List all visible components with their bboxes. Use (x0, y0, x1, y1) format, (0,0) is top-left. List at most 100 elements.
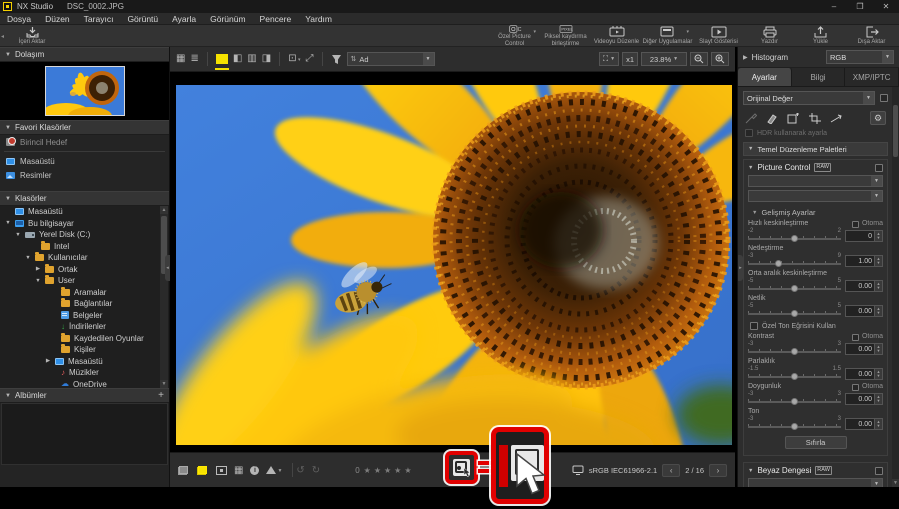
tree-item-saved-games[interactable]: Kaydedilen Oyunlar (0, 332, 169, 345)
picture-control-header[interactable]: ▼ Picture Control RAW (748, 163, 883, 172)
tree-item-public[interactable]: ▶ Ortak (0, 263, 169, 276)
rating-stars[interactable]: ★★★★★ (364, 466, 415, 475)
hdr-checkbox-row[interactable]: HDR kullanarak ayarla (745, 129, 886, 137)
photo-tray-toggle-icon[interactable] (453, 459, 471, 477)
tree-item-links[interactable]: Bağlantılar (0, 298, 169, 310)
favorite-pictures[interactable]: Resimler (0, 168, 169, 182)
sort-select[interactable]: ⇅ Ad ▼ (346, 52, 435, 66)
slider-track[interactable] (748, 347, 841, 355)
pixel-shift-merge-button[interactable]: PIXEL Piksel kaydırma birleştirme (540, 25, 591, 47)
slider-track[interactable] (748, 234, 841, 242)
expand-icon[interactable]: ▼ (35, 278, 41, 284)
zoom-1to1-button[interactable]: x1 (622, 52, 638, 66)
multi-view-icon[interactable]: ▥ (247, 54, 256, 64)
menu-ayarla[interactable]: Ayarla (165, 13, 203, 25)
tree-item-users[interactable]: ▼ Kullanıcılar (0, 252, 169, 264)
slider-knob[interactable] (774, 260, 782, 267)
picture-control-select-1[interactable]: ▼ (748, 175, 883, 187)
expand-icon[interactable]: ▼ (25, 255, 31, 261)
panel-collapse-handle[interactable]: ▸ (738, 255, 743, 281)
spinner-icon[interactable]: ▲ ▼ (875, 343, 883, 355)
tree-item-onedrive[interactable]: ☁ OneDrive (0, 379, 169, 388)
spinner-icon[interactable]: ▲ ▼ (875, 368, 883, 380)
menu-goruntu[interactable]: Görüntü (120, 13, 165, 25)
fit-view-button[interactable]: ⛶ ▼ (598, 52, 620, 66)
histogram-channel-select[interactable]: RGB ▼ (826, 50, 894, 64)
tree-item-local-disk[interactable]: ▼ Yerel Disk (C:) (0, 229, 169, 241)
settings-gear-icon[interactable]: ⚙ (870, 111, 886, 125)
slider-knob[interactable] (790, 285, 798, 292)
tree-item-downloads[interactable]: ↓ İndirilenler (0, 321, 169, 333)
grid-overlay-icon[interactable]: ▦ (234, 465, 243, 476)
expand-icon[interactable]: ▼ (15, 232, 21, 238)
favorite-desktop[interactable]: Masaüstü (0, 154, 169, 168)
slider-knob[interactable] (790, 310, 798, 317)
minimize-button[interactable]: – (821, 0, 847, 13)
retouch-brush-icon[interactable] (745, 112, 757, 124)
tree-item-documents[interactable]: Belgeler (0, 310, 169, 322)
custom-tone-curve-row[interactable]: Özel Ton Eğrisini Kullan (750, 322, 883, 330)
color-control-point-icon[interactable] (766, 113, 778, 124)
white-balance-select[interactable]: ▼ (748, 478, 883, 487)
scroll-down-icon[interactable]: ▼ (160, 380, 168, 388)
slider-knob[interactable] (790, 373, 798, 380)
slider-value[interactable]: 0.00 (845, 343, 875, 355)
add-album-button[interactable]: + (158, 390, 164, 401)
upload-button[interactable]: Yükle (795, 25, 846, 47)
histogram-overlay-icon[interactable]: ▼ (266, 466, 282, 474)
previous-image-button[interactable]: ‹ (662, 463, 681, 477)
folders-section-header[interactable]: ▼ Klasörler (0, 191, 169, 206)
auto-checkbox[interactable] (851, 220, 859, 228)
show-edited-icon[interactable] (197, 465, 207, 475)
spinner-icon[interactable]: ▲ ▼ (875, 393, 883, 405)
tree-scrollbar[interactable]: ▲ ▼ (160, 206, 168, 388)
photo-info-icon[interactable]: i (250, 465, 260, 475)
tree-item-desktop-user[interactable]: ▶ Masaüstü (0, 356, 169, 368)
undo-icon[interactable]: ↺ (296, 465, 304, 476)
copy-adjustments-icon[interactable] (787, 112, 800, 124)
menu-dosya[interactable]: Dosya (0, 13, 38, 25)
reset-button[interactable]: Sıfırla (784, 436, 847, 449)
navigation-section-header[interactable]: ▼ Dolaşım (0, 47, 169, 62)
rating-control[interactable]: 0 ★★★★★ (355, 466, 414, 475)
fullscreen-icon[interactable]: ⤢ (306, 54, 314, 64)
edit-video-button[interactable]: Videoyu Düzenle (591, 25, 642, 47)
main-photo-sunflower-bee[interactable] (176, 85, 732, 445)
albums-section-header[interactable]: ▼ Albümler + (0, 388, 169, 403)
tree-item-searches[interactable]: Aramalar (0, 286, 169, 299)
show-originals-icon[interactable] (178, 465, 188, 475)
tab-bilgi[interactable]: Bilgi (791, 68, 846, 86)
slider-value[interactable]: 0.00 (845, 305, 875, 317)
picture-control-checkbox[interactable] (875, 163, 883, 172)
zoom-out-button[interactable] (690, 52, 708, 66)
slideshow-button[interactable]: Slayt Gösterisi (693, 25, 744, 47)
picture-control-select-2[interactable]: ▼ (748, 190, 883, 202)
rating-zero[interactable]: 0 (355, 466, 359, 475)
crop-icon[interactable] (809, 112, 821, 124)
filter-funnel-icon[interactable] (331, 54, 342, 65)
print-button[interactable]: Yazdır (744, 25, 795, 47)
white-balance-checkbox[interactable] (875, 466, 883, 475)
slider-value[interactable]: 0 (845, 230, 875, 242)
slider-knob[interactable] (790, 398, 798, 405)
split-view-icon[interactable]: ◧ (233, 54, 242, 64)
spinner-icon[interactable]: ▲ ▼ (875, 305, 883, 317)
advanced-settings-header[interactable]: ▼ Gelişmiş Ayarlar (752, 208, 883, 217)
slider-knob[interactable] (790, 423, 798, 430)
menu-gorunum[interactable]: Görünüm (203, 13, 252, 25)
auto-checkbox[interactable] (851, 383, 859, 391)
preset-select[interactable]: Orijinal Değer ▼ (743, 91, 875, 105)
scrollbar-thumb[interactable] (893, 105, 898, 157)
tree-item-music[interactable]: ♪ Müzikler (0, 367, 169, 379)
slider-track[interactable] (748, 309, 841, 317)
tree-item-this-pc[interactable]: ▼ Bu bilgisayar (0, 218, 169, 230)
zoom-level-select[interactable]: 23.8% ▼ (641, 52, 687, 66)
custom-picture-control-button[interactable]: C ▾ Özel Picture Control (489, 25, 540, 47)
list-view-icon[interactable]: ≣ (190, 54, 198, 64)
slider-track[interactable] (748, 259, 841, 267)
scroll-up-icon[interactable]: ▲ (160, 206, 168, 214)
slider-track[interactable] (748, 397, 841, 405)
favorite-primary-target[interactable]: Birincil Hedef (0, 135, 169, 149)
slider-track[interactable] (748, 422, 841, 430)
monitor-view-icon[interactable]: ⊡ ▾ (288, 53, 300, 65)
